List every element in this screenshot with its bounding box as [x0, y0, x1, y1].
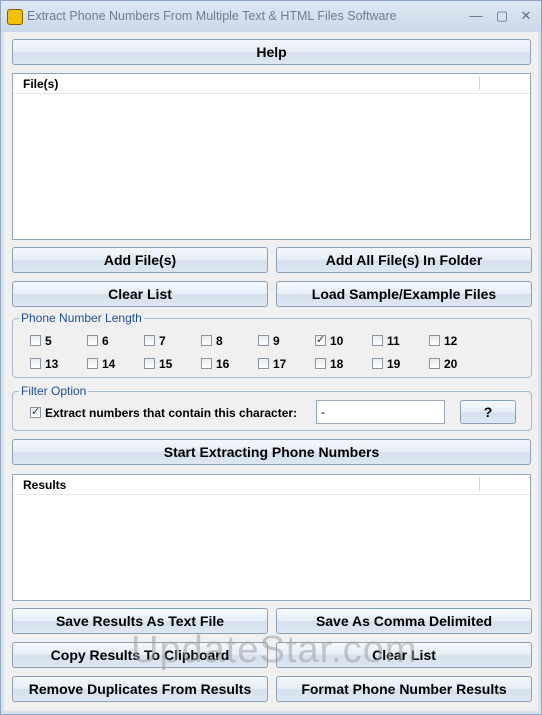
filter-checkbox-label[interactable]: Extract numbers that contain this charac… — [45, 406, 297, 420]
phone-length-label: Phone Number Length — [19, 311, 144, 325]
length-label-14[interactable]: 14 — [102, 357, 115, 371]
length-label-5[interactable]: 5 — [45, 334, 52, 348]
length-checkbox-6[interactable] — [87, 335, 98, 346]
add-files-button[interactable]: Add File(s) — [12, 247, 268, 273]
title-bar[interactable]: Extract Phone Numbers From Multiple Text… — [1, 1, 541, 32]
length-checkbox-5[interactable] — [30, 335, 41, 346]
save-comma-button[interactable]: Save As Comma Delimited — [276, 608, 532, 634]
length-checkbox-15[interactable] — [144, 358, 155, 369]
length-checkbox-11[interactable] — [372, 335, 383, 346]
filter-checkbox[interactable] — [30, 405, 41, 418]
length-label-9[interactable]: 9 — [273, 334, 280, 348]
window-title: Extract Phone Numbers From Multiple Text… — [27, 9, 397, 23]
length-label-19[interactable]: 19 — [387, 357, 400, 371]
copy-clipboard-button[interactable]: Copy Results To Clipboard — [12, 642, 268, 668]
length-label-8[interactable]: 8 — [216, 334, 223, 348]
length-checkbox-14[interactable] — [87, 358, 98, 369]
length-label-18[interactable]: 18 — [330, 357, 343, 371]
length-checkbox-18[interactable] — [315, 358, 326, 369]
length-checkbox-16[interactable] — [201, 358, 212, 369]
start-extracting-button[interactable]: Start Extracting Phone Numbers — [12, 439, 531, 465]
filter-character-field[interactable]: - — [316, 400, 445, 424]
restore-icon[interactable]: ▢ — [493, 7, 511, 25]
length-label-10[interactable]: 10 — [330, 334, 343, 348]
length-checkbox-17[interactable] — [258, 358, 269, 369]
filter-group: Filter Option Extract numbers that conta… — [12, 384, 532, 431]
add-folder-button[interactable]: Add All File(s) In Folder — [276, 247, 532, 273]
app-icon — [7, 9, 23, 25]
results-list[interactable]: Results — [12, 474, 531, 601]
client-area: Help File(s) Add File(s) Add All File(s)… — [4, 32, 538, 711]
length-label-12[interactable]: 12 — [444, 334, 457, 348]
length-label-11[interactable]: 11 — [387, 334, 400, 348]
length-checkbox-13[interactable] — [30, 358, 41, 369]
length-label-15[interactable]: 15 — [159, 357, 172, 371]
length-label-17[interactable]: 17 — [273, 357, 286, 371]
clear-list-button[interactable]: Clear List — [12, 281, 268, 307]
filter-label: Filter Option — [19, 384, 89, 398]
clear-results-button[interactable]: Clear List — [276, 642, 532, 668]
length-label-20[interactable]: 20 — [444, 357, 457, 371]
length-label-6[interactable]: 6 — [102, 334, 109, 348]
minimize-icon[interactable]: — — [467, 7, 485, 25]
help-button[interactable]: Help — [12, 39, 531, 65]
close-icon[interactable]: ✕ — [517, 7, 535, 25]
format-results-button[interactable]: Format Phone Number Results — [276, 676, 532, 702]
phone-length-group: Phone Number Length 5 6 7 8 9 10 11 12 13 14 15 16 1… — [12, 311, 532, 378]
app-window: Extract Phone Numbers From Multiple Text… — [0, 0, 542, 715]
help-question-button[interactable]: ? — [460, 400, 516, 424]
length-checkbox-12[interactable] — [429, 335, 440, 346]
length-checkbox-7[interactable] — [144, 335, 155, 346]
results-list-header[interactable]: Results — [13, 475, 530, 495]
remove-duplicates-button[interactable]: Remove Duplicates From Results — [12, 676, 268, 702]
length-label-13[interactable]: 13 — [45, 357, 58, 371]
length-checkbox-8[interactable] — [201, 335, 212, 346]
files-list[interactable]: File(s) — [12, 73, 531, 240]
results-column-header[interactable]: Results — [23, 478, 66, 492]
save-text-button[interactable]: Save Results As Text File — [12, 608, 268, 634]
length-checkbox-10[interactable] — [315, 333, 326, 346]
length-checkbox-19[interactable] — [372, 358, 383, 369]
column-separator — [479, 477, 480, 491]
length-label-7[interactable]: 7 — [159, 334, 166, 348]
length-checkbox-20[interactable] — [429, 358, 440, 369]
column-separator — [479, 76, 480, 90]
length-label-16[interactable]: 16 — [216, 357, 229, 371]
load-sample-button[interactable]: Load Sample/Example Files — [276, 281, 532, 307]
files-column-header[interactable]: File(s) — [23, 77, 58, 91]
files-list-header[interactable]: File(s) — [13, 74, 530, 94]
length-checkbox-9[interactable] — [258, 335, 269, 346]
